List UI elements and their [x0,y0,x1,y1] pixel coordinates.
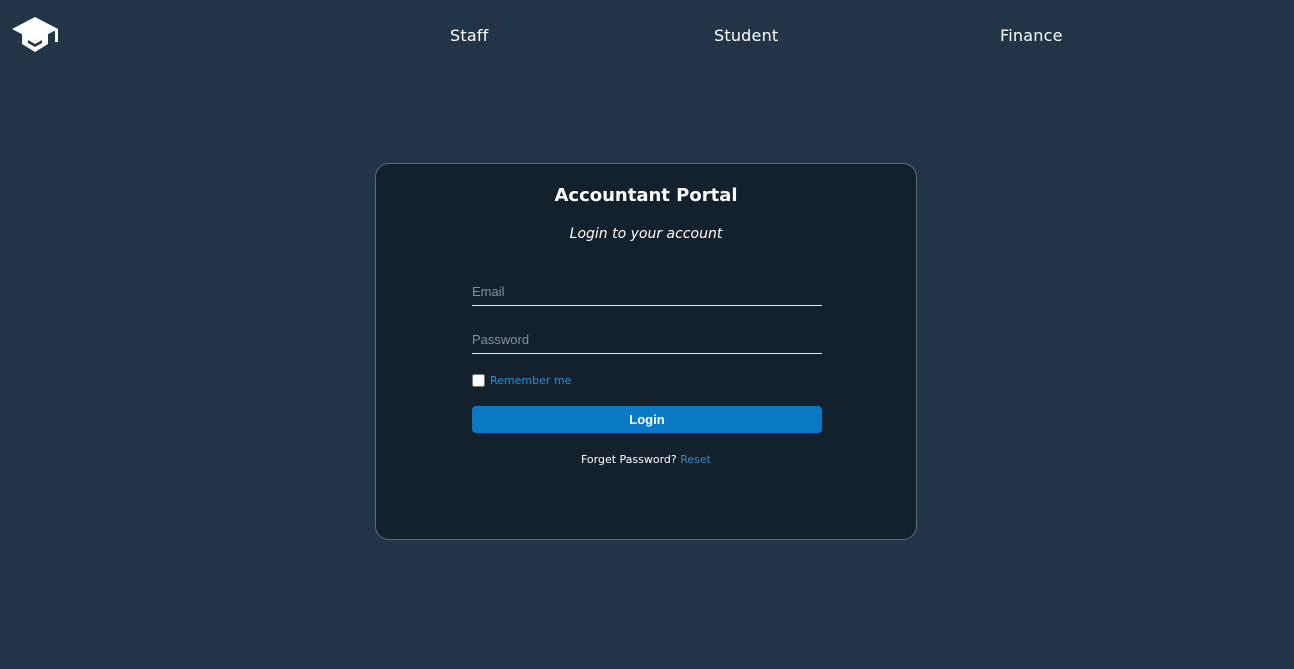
reset-link[interactable]: Reset [680,453,711,466]
password-field[interactable] [472,325,822,354]
nav-link-staff[interactable]: Staff [450,26,489,45]
login-subtitle: Login to your account [569,226,723,242]
graduation-cap-icon[interactable] [11,15,59,55]
top-navigation: Staff Student Finance [0,0,1294,74]
email-field[interactable] [472,277,822,306]
nav-link-finance[interactable]: Finance [1000,26,1063,45]
page-title: Accountant Portal [554,185,738,206]
login-button[interactable]: Login [472,406,822,433]
remember-me-row: Remember me [472,372,571,388]
remember-me-label[interactable]: Remember me [490,374,571,387]
forgot-password-text: Forget Password? [580,453,677,466]
remember-me-checkbox[interactable] [472,373,485,387]
forgot-password-row: Forget Password? Reset [376,453,916,466]
nav-link-student[interactable]: Student [714,26,778,45]
login-card: Accountant Portal Login to your account … [375,163,917,540]
